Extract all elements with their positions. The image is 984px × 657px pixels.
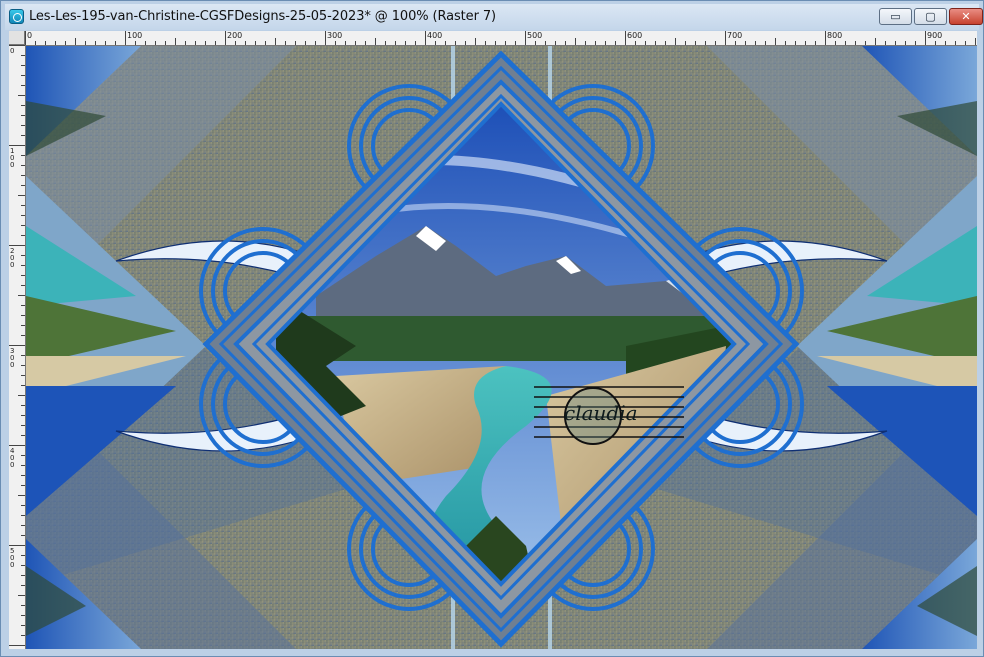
ruler-label: 200 <box>227 31 243 40</box>
ruler-label: 800 <box>827 31 843 40</box>
ruler-label: 100 <box>10 147 15 169</box>
ruler-label: 600 <box>627 31 643 40</box>
ruler-label: 300 <box>10 347 15 369</box>
ruler-label: 400 <box>10 447 15 469</box>
ruler-label: 900 <box>927 31 943 40</box>
ruler-label: 300 <box>327 31 343 40</box>
vertical-ruler[interactable]: 0 100 200 300 400 500 <box>9 45 26 649</box>
ruler-label: 400 <box>427 31 443 40</box>
image-canvas[interactable]: claudia <box>26 46 977 649</box>
window-title: Les-Les-195-van-Christine-CGSFDesigns-25… <box>29 9 496 24</box>
ruler-label: 700 <box>727 31 743 40</box>
app-icon <box>9 9 24 24</box>
artwork <box>26 46 977 649</box>
ruler-label: 200 <box>10 247 15 269</box>
close-button[interactable]: ✕ <box>949 8 983 25</box>
horizontal-ruler[interactable]: 0 100 200 300 400 500 600 700 800 900 <box>25 31 977 46</box>
ruler-label: 100 <box>127 31 143 40</box>
watermark-text: claudia <box>564 401 638 425</box>
ruler-corner <box>9 31 25 45</box>
watermark-logo: claudia <box>534 381 684 449</box>
ruler-label: 500 <box>527 31 543 40</box>
maximize-button[interactable]: ▢ <box>914 8 947 25</box>
app-window: Les-Les-195-van-Christine-CGSFDesigns-25… <box>0 0 984 657</box>
ruler-label: 0 <box>27 31 33 40</box>
ruler-label: 0 <box>10 47 15 55</box>
ruler-label: 500 <box>10 547 15 569</box>
title-bar[interactable]: Les-Les-195-van-Christine-CGSFDesigns-25… <box>5 4 983 30</box>
minimize-button[interactable]: ▭ <box>879 8 912 25</box>
